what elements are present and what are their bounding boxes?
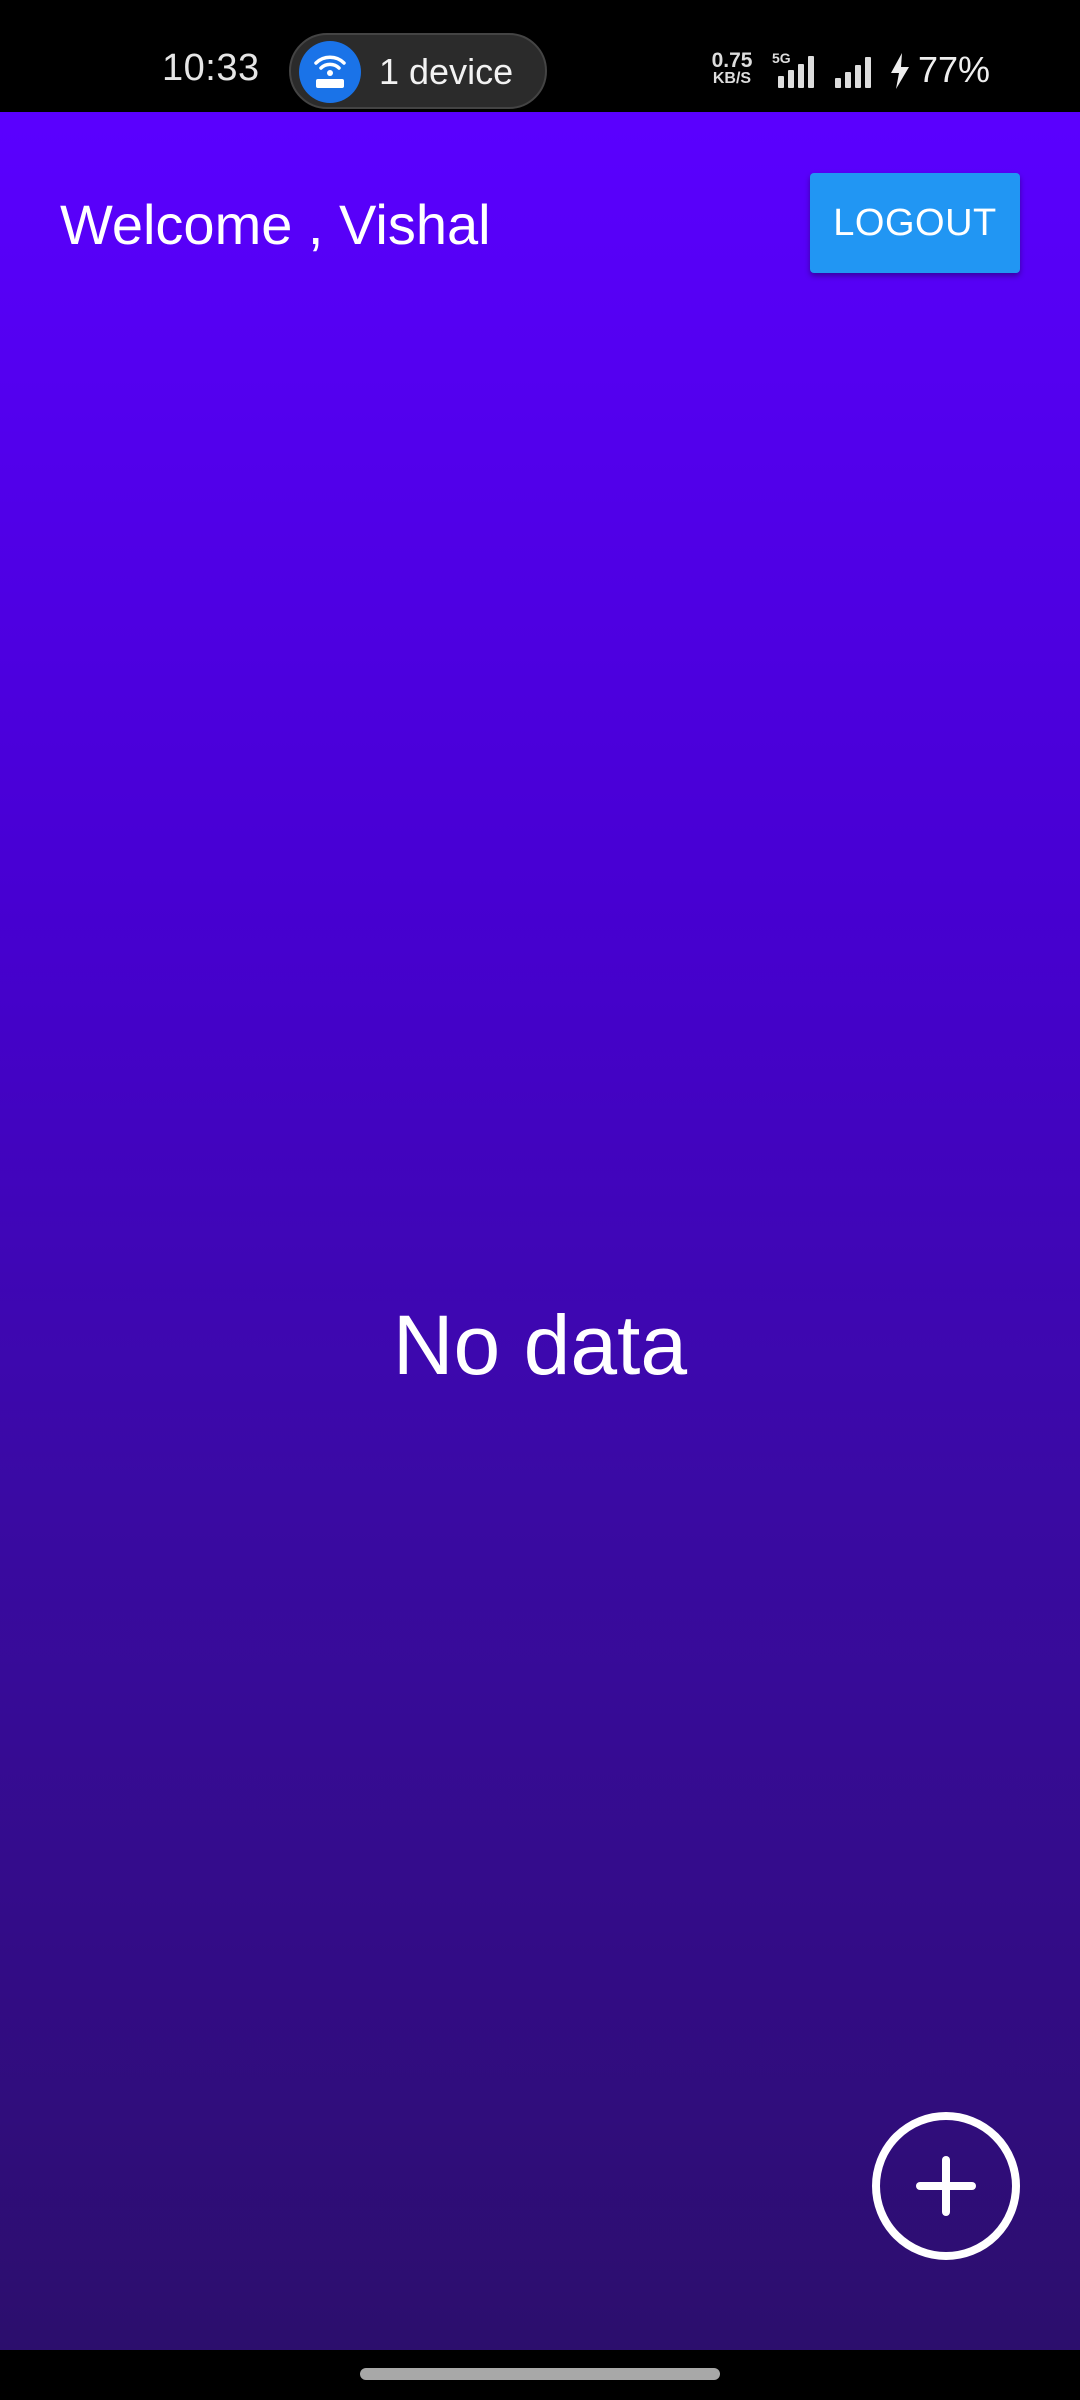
network-type-label: 5G — [772, 52, 791, 66]
network-speed-value: 0.75 — [711, 49, 753, 72]
battery-level: 77% — [918, 49, 991, 90]
network-speed: 0.75 KB/S — [705, 49, 759, 88]
charging-bolt-icon — [889, 53, 911, 94]
empty-state-text: No data — [392, 1298, 688, 1392]
screen: 10:33 1 device 0.75 KB/S 5G 77% Welcome … — [0, 0, 1080, 2400]
signal-icon — [833, 56, 879, 93]
hotspot-indicator[interactable]: 1 device — [289, 33, 547, 109]
navigation-bar — [0, 2350, 1080, 2400]
status-bar: 10:33 1 device 0.75 KB/S 5G 77% — [0, 0, 1080, 112]
network-speed-unit: KB/S — [712, 70, 752, 87]
welcome-text: Welcome , Vishal — [60, 193, 491, 256]
logout-button[interactable]: LOGOUT — [810, 173, 1020, 273]
gesture-handle[interactable] — [360, 2368, 720, 2380]
status-time: 10:33 — [162, 47, 260, 89]
hotspot-label: 1 device — [379, 51, 514, 92]
add-button[interactable] — [872, 2112, 1020, 2260]
app-content: Welcome , Vishal LOGOUT No data — [0, 112, 1080, 2350]
wifi-hotspot-icon — [299, 41, 361, 103]
signal-5g-icon: 5G — [772, 50, 826, 93]
